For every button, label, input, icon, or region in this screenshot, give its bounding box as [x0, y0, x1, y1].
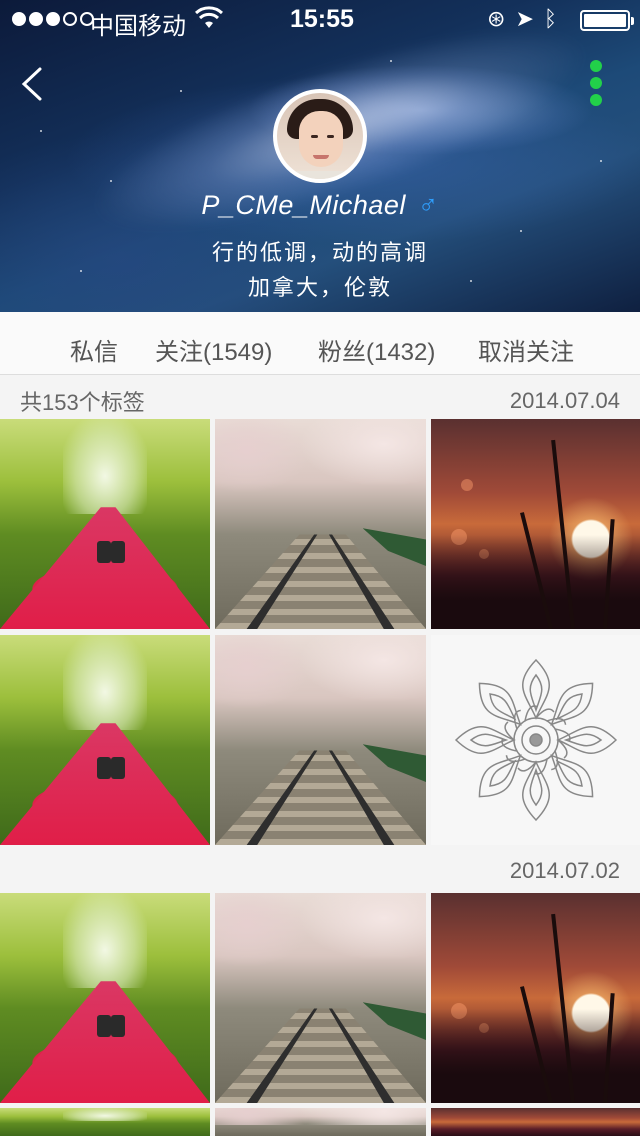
- photo-thumbnail-mandala[interactable]: [431, 635, 640, 845]
- photo-thumbnail-cherry-railway[interactable]: [215, 419, 426, 629]
- more-options-button[interactable]: [586, 60, 606, 110]
- photo-thumbnail-cherry-railway[interactable]: [215, 893, 426, 1103]
- star: [110, 180, 112, 182]
- clock-time: 15:55: [290, 5, 354, 33]
- star: [40, 130, 42, 132]
- profile-header: 中国移动 15:55 ⊛➤ᛒ P_CMe_Michael ♂ 行的低调，动的高调 …: [0, 0, 640, 312]
- mandala-icon: [454, 658, 617, 821]
- username-line: P_CMe_Michael ♂: [0, 190, 640, 221]
- lock-rotation-icon: ⊛: [487, 6, 516, 31]
- wifi-icon: [194, 6, 224, 36]
- following-button[interactable]: 关注(1549): [155, 332, 272, 367]
- bluetooth-icon: ᛒ: [543, 6, 568, 31]
- username: P_CMe_Michael: [201, 190, 406, 220]
- star: [600, 160, 602, 162]
- tag-count-label: 共153个标签: [20, 390, 145, 415]
- section-date: 2014.07.02: [509, 858, 620, 883]
- carrier-name: 中国移动: [90, 13, 186, 40]
- followers-button[interactable]: 粉丝(1432): [318, 332, 435, 367]
- more-dot: [590, 77, 602, 89]
- battery-icon: [580, 10, 634, 31]
- gender-male-icon: ♂: [417, 190, 439, 220]
- bio-line-1: 行的低调，动的高调: [211, 240, 428, 265]
- photo-thumbnail-cherry-railway[interactable]: [215, 635, 426, 845]
- unfollow-button[interactable]: 取消关注: [478, 332, 574, 367]
- location-icon: ➤: [515, 6, 544, 31]
- photo-thumbnail-forest-path[interactable]: [0, 1108, 210, 1136]
- status-bar: 中国移动 15:55 ⊛➤ᛒ: [0, 0, 640, 40]
- avatar[interactable]: [273, 89, 367, 183]
- signal-strength-icon: [12, 12, 94, 26]
- status-icons: ⊛➤ᛒ: [487, 6, 567, 32]
- profile-action-bar: 私信 关注(1549) 粉丝(1432) 取消关注: [0, 312, 640, 375]
- photo-thumbnail-forest-path[interactable]: [0, 893, 210, 1103]
- photo-thumbnail-sunset-reeds[interactable]: [431, 893, 640, 1103]
- photo-thumbnail-cherry-railway[interactable]: [215, 1108, 426, 1136]
- photo-thumbnail-forest-path[interactable]: [0, 635, 210, 845]
- star: [520, 230, 522, 232]
- back-button[interactable]: [18, 66, 48, 102]
- bio-line-2: 加拿大，伦敦: [247, 275, 392, 300]
- photo-thumbnail-forest-path[interactable]: [0, 419, 210, 629]
- private-message-button[interactable]: 私信: [70, 332, 118, 367]
- more-dot: [590, 94, 602, 106]
- photo-thumbnail-sunset-reeds[interactable]: [431, 1108, 640, 1136]
- section-date: 2014.07.04: [509, 388, 620, 413]
- more-dot: [590, 60, 602, 72]
- photo-thumbnail-sunset-reeds[interactable]: [431, 419, 640, 629]
- star: [180, 90, 182, 92]
- chevron-left-icon: [21, 67, 42, 101]
- star: [390, 60, 392, 62]
